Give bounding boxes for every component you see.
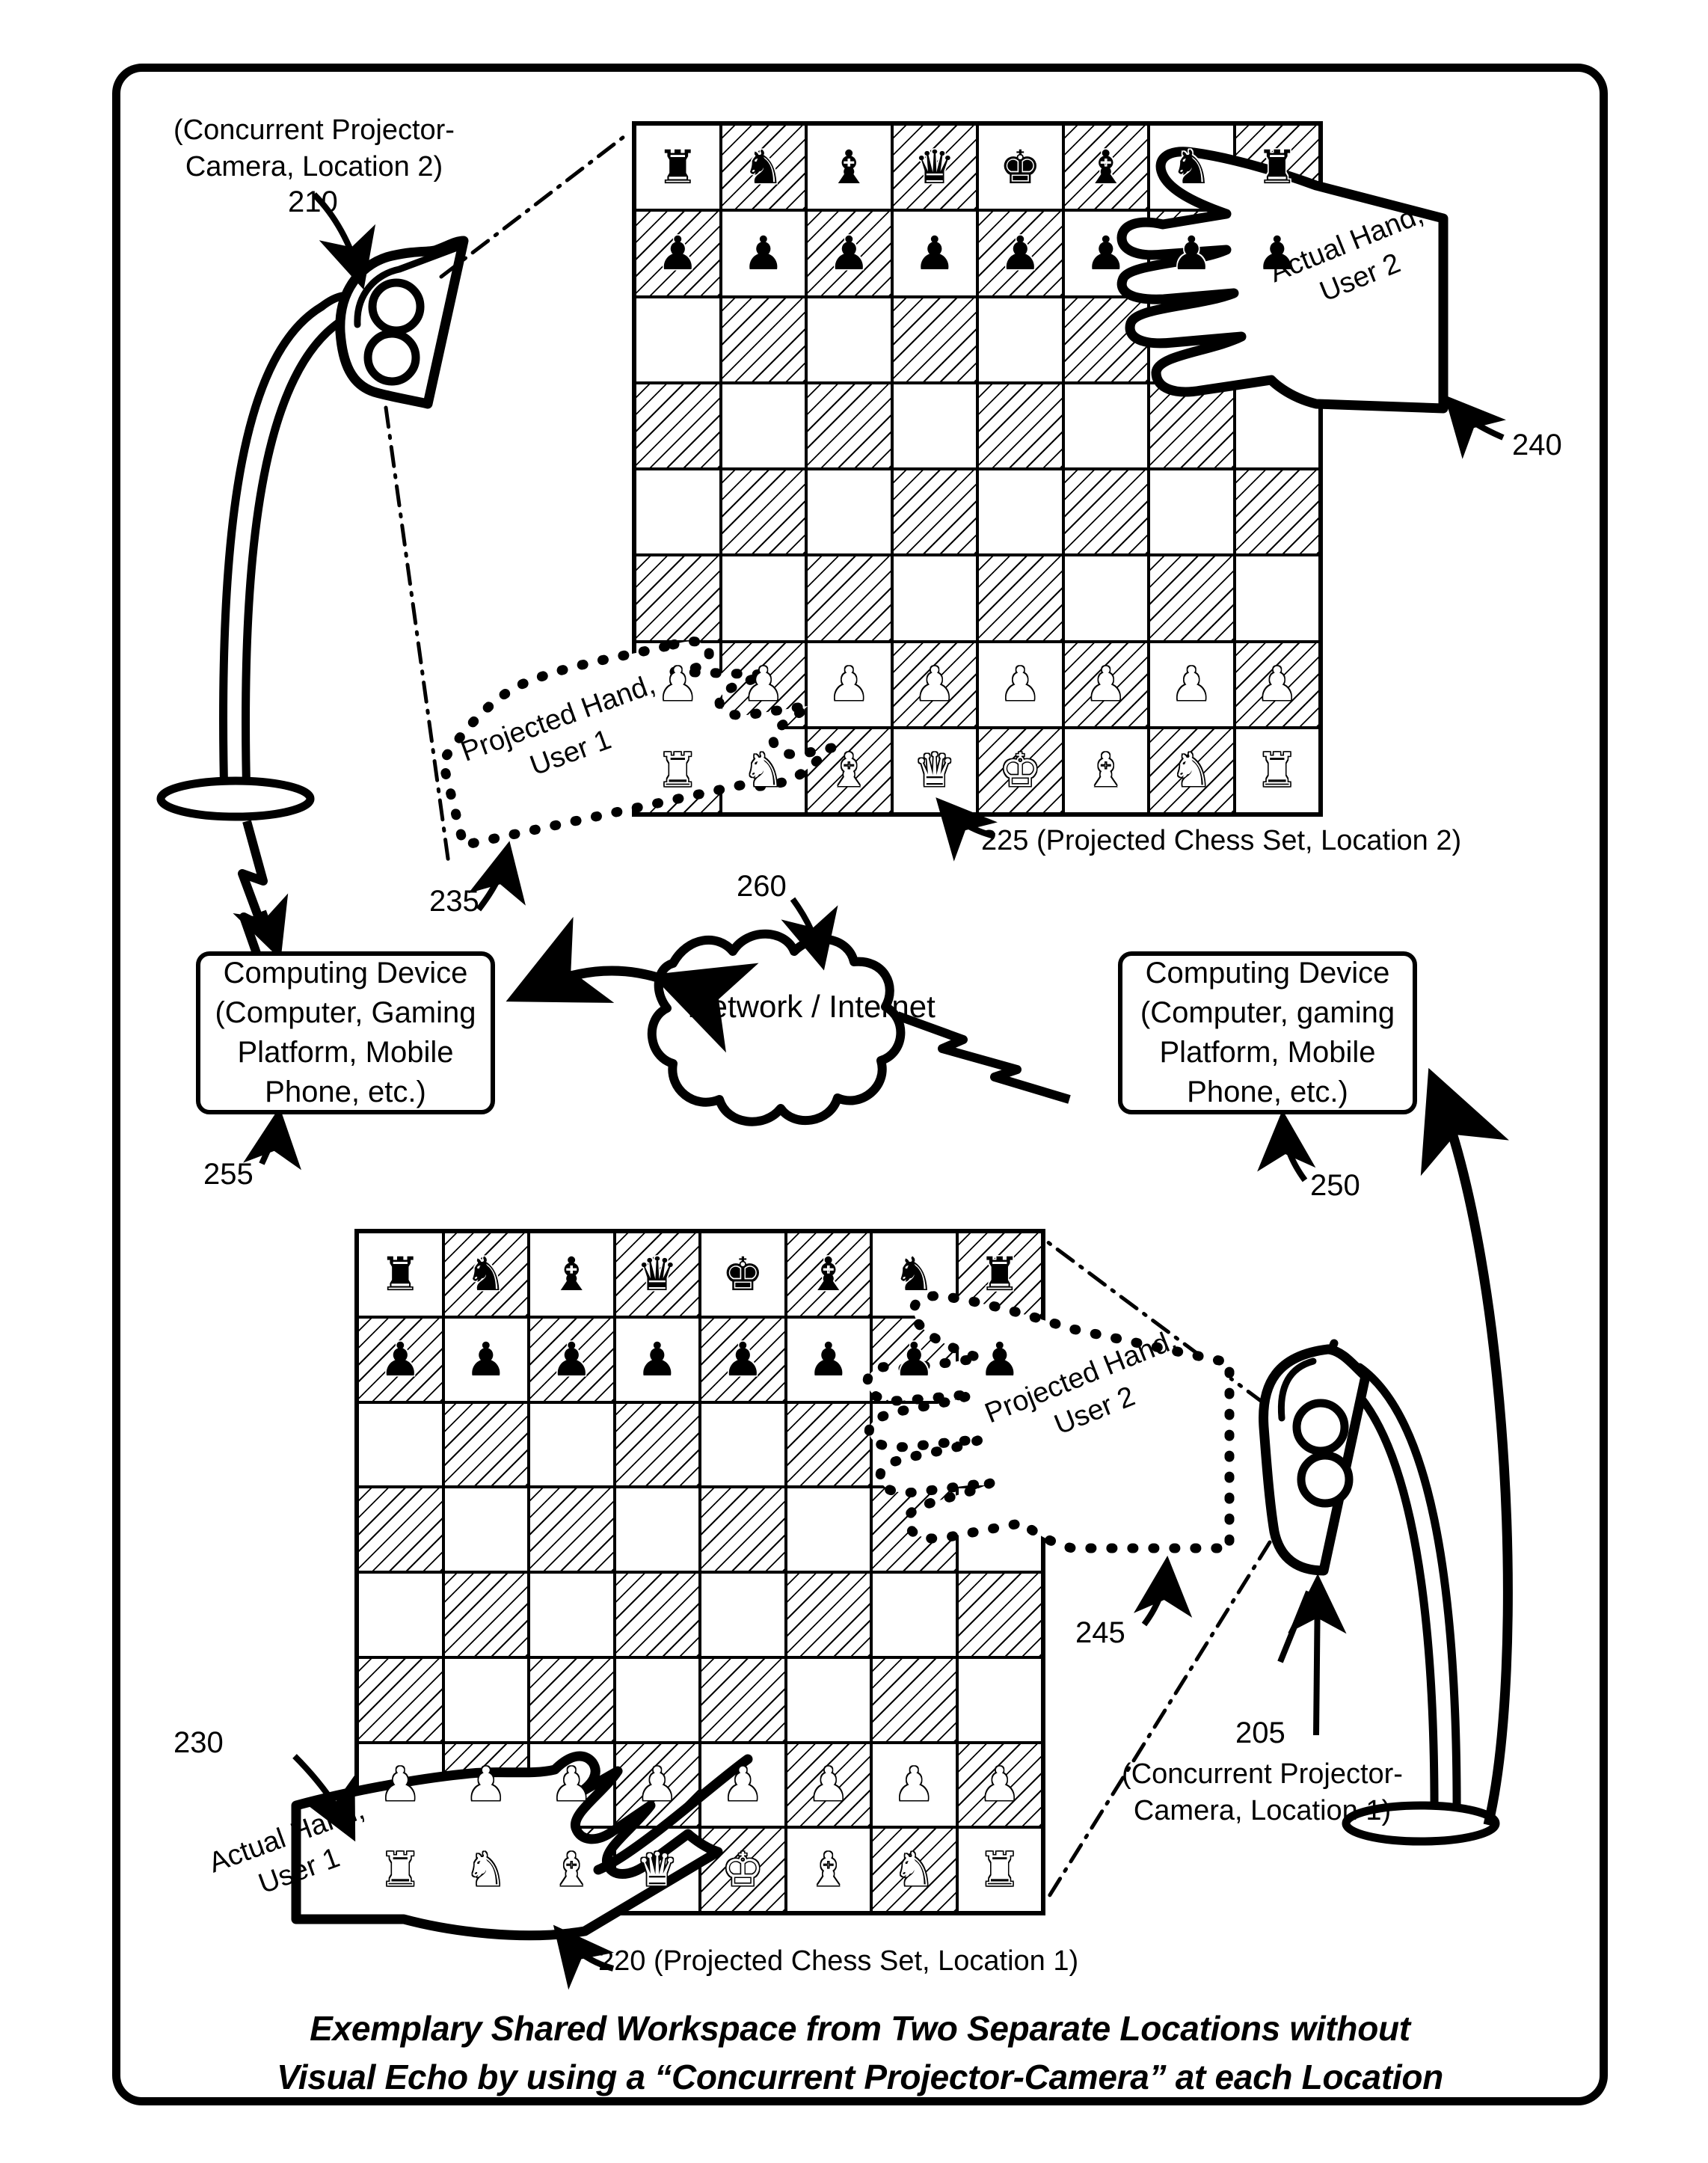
chess-piece[interactable]: ♟ <box>379 1761 421 1808</box>
chess-piece[interactable]: ♜ <box>657 144 698 191</box>
chess-piece[interactable]: ♞ <box>743 747 784 794</box>
chess-piece[interactable]: ♚ <box>722 1251 764 1298</box>
leader-205-arrow <box>1288 1574 1347 1736</box>
chess-piece[interactable]: ♜ <box>979 1847 1021 1893</box>
figure-caption: Exemplary Shared Workspace from Two Sepa… <box>224 2004 1496 2102</box>
chess-piece[interactable]: ♟ <box>1170 661 1212 708</box>
chess-piece[interactable]: ♟ <box>828 661 870 708</box>
leader-205 <box>1277 1590 1312 1663</box>
chess-piece[interactable]: ♟ <box>743 230 784 277</box>
chess-piece[interactable]: ♟ <box>743 661 784 708</box>
chess-piece[interactable]: ♞ <box>743 144 784 191</box>
chess-piece[interactable]: ♚ <box>999 747 1041 794</box>
ref-235: 235 <box>429 885 479 918</box>
chess-piece[interactable]: ♞ <box>465 1847 507 1893</box>
chess-piece[interactable]: ♟ <box>1170 230 1212 277</box>
chess-piece[interactable]: ♟ <box>914 661 956 708</box>
wireless-link-left-icon <box>238 820 268 974</box>
chess-piece[interactable]: ♟ <box>636 1336 678 1383</box>
ref-230: 230 <box>173 1726 224 1759</box>
chess-piece[interactable]: ♟ <box>1256 661 1298 708</box>
chess-piece[interactable]: ♟ <box>1085 661 1127 708</box>
ref-245: 245 <box>1075 1616 1125 1649</box>
chess-piece[interactable]: ♟ <box>657 230 698 277</box>
chess-piece[interactable]: ♟ <box>550 1761 592 1808</box>
ref-240: 240 <box>1512 429 1562 461</box>
computing-device-left[interactable]: Computing Device (Computer, Gaming Platf… <box>196 951 495 1114</box>
chess-piece[interactable]: ♞ <box>1170 144 1212 191</box>
chess-piece[interactable]: ♟ <box>914 230 956 277</box>
ref-225-label: 225 (Projected Chess Set, Location 2) <box>981 825 1462 856</box>
ref-220-label: 220 (Projected Chess Set, Location 1) <box>598 1945 1079 1977</box>
caption-line-1: Exemplary Shared Workspace from Two Sepa… <box>310 2009 1410 2048</box>
chess-piece[interactable]: ♚ <box>999 144 1041 191</box>
chess-piece[interactable]: ♝ <box>828 747 870 794</box>
chess-piece[interactable]: ♝ <box>808 1847 850 1893</box>
chess-piece[interactable]: ♟ <box>808 1761 850 1808</box>
chess-piece[interactable]: ♟ <box>979 1761 1021 1808</box>
chess-piece[interactable]: ♟ <box>465 1336 507 1383</box>
chess-piece[interactable]: ♟ <box>808 1336 850 1383</box>
chess-piece[interactable]: ♝ <box>808 1251 850 1298</box>
chess-piece[interactable]: ♚ <box>722 1847 764 1893</box>
wireless-link-right-icon <box>895 1011 1071 1104</box>
projector-1-title: (Concurrent Projector- Camera, Location … <box>1122 1758 1403 1826</box>
chess-piece[interactable]: ♞ <box>893 1847 935 1893</box>
ref-250: 250 <box>1310 1169 1360 1202</box>
network-cloud <box>647 929 906 1126</box>
link-cloud-device-left <box>506 916 759 1053</box>
chess-piece[interactable]: ♟ <box>379 1336 421 1383</box>
projector-2-title: (Concurrent Projector- Camera, Location … <box>173 114 455 182</box>
ref-255: 255 <box>203 1158 254 1191</box>
chess-piece[interactable]: ♛ <box>914 144 956 191</box>
ref-260: 260 <box>737 870 787 903</box>
chess-piece[interactable]: ♝ <box>550 1251 592 1298</box>
caption-line-2: Visual Echo by using a “Concurrent Proje… <box>277 2058 1443 2097</box>
chess-piece[interactable]: ♜ <box>379 1251 421 1298</box>
cable-lamp-to-device-right <box>1420 1067 1513 1826</box>
chess-piece[interactable]: ♛ <box>914 747 956 794</box>
chess-piece[interactable]: ♟ <box>999 230 1041 277</box>
chess-piece[interactable]: ♟ <box>465 1761 507 1808</box>
chess-piece[interactable]: ♝ <box>550 1847 592 1893</box>
leader-235 <box>468 841 526 912</box>
ref-205: 205 <box>1235 1716 1285 1749</box>
leader-bolt-to-device-left <box>233 893 289 960</box>
chess-piece[interactable]: ♝ <box>1085 747 1127 794</box>
chess-piece[interactable]: ♝ <box>828 144 870 191</box>
leader-240 <box>1444 395 1506 459</box>
chess-piece[interactable]: ♞ <box>465 1251 507 1298</box>
network-label: Network / Internet <box>687 989 936 1024</box>
chess-piece[interactable]: ♟ <box>722 1761 764 1808</box>
leader-255 <box>243 1107 301 1171</box>
chess-piece[interactable]: ♟ <box>999 661 1041 708</box>
chess-piece[interactable]: ♛ <box>636 1847 678 1893</box>
chess-piece[interactable]: ♟ <box>550 1336 592 1383</box>
computing-device-right[interactable]: Computing Device (Computer, gaming Platf… <box>1118 951 1417 1114</box>
chess-piece[interactable]: ♞ <box>1170 747 1212 794</box>
leader-245 <box>1133 1556 1193 1627</box>
chess-piece[interactable]: ♜ <box>1256 747 1298 794</box>
chess-piece[interactable]: ♜ <box>657 747 698 794</box>
ref-210: 210 <box>288 185 338 218</box>
chess-piece[interactable]: ♝ <box>1085 144 1127 191</box>
projector-camera-location-2-icon <box>156 236 469 821</box>
chess-piece[interactable]: ♟ <box>828 230 870 277</box>
chess-piece[interactable]: ♞ <box>893 1251 935 1298</box>
chess-piece[interactable]: ♟ <box>893 1761 935 1808</box>
chess-piece[interactable]: ♜ <box>979 1251 1021 1298</box>
chess-piece[interactable]: ♟ <box>893 1336 935 1383</box>
chess-piece[interactable]: ♟ <box>979 1336 1021 1383</box>
chess-piece[interactable]: ♜ <box>1256 144 1298 191</box>
leader-250 <box>1257 1110 1316 1182</box>
chess-piece[interactable]: ♟ <box>722 1336 764 1383</box>
chess-piece[interactable]: ♛ <box>636 1251 678 1298</box>
chess-piece[interactable]: ♟ <box>1085 230 1127 277</box>
patent-figure: ♜ ♞ ♝ ♛ ♚ ♝ ♞ ♜ ♟ ♟ ♟ ♟ ♟ ♟ ♟ ♟ ♟ ♟ ♟ ♟ ♟ ♟ ♟ ♟ ♜ ♞ ♝ ♛ ♚ ♝ ♞ ♜ ♜ ♞ ♝ ♛ ♚ ♝ ♞… <box>0 0 1708 2163</box>
chess-piece[interactable]: ♟ <box>636 1761 678 1808</box>
